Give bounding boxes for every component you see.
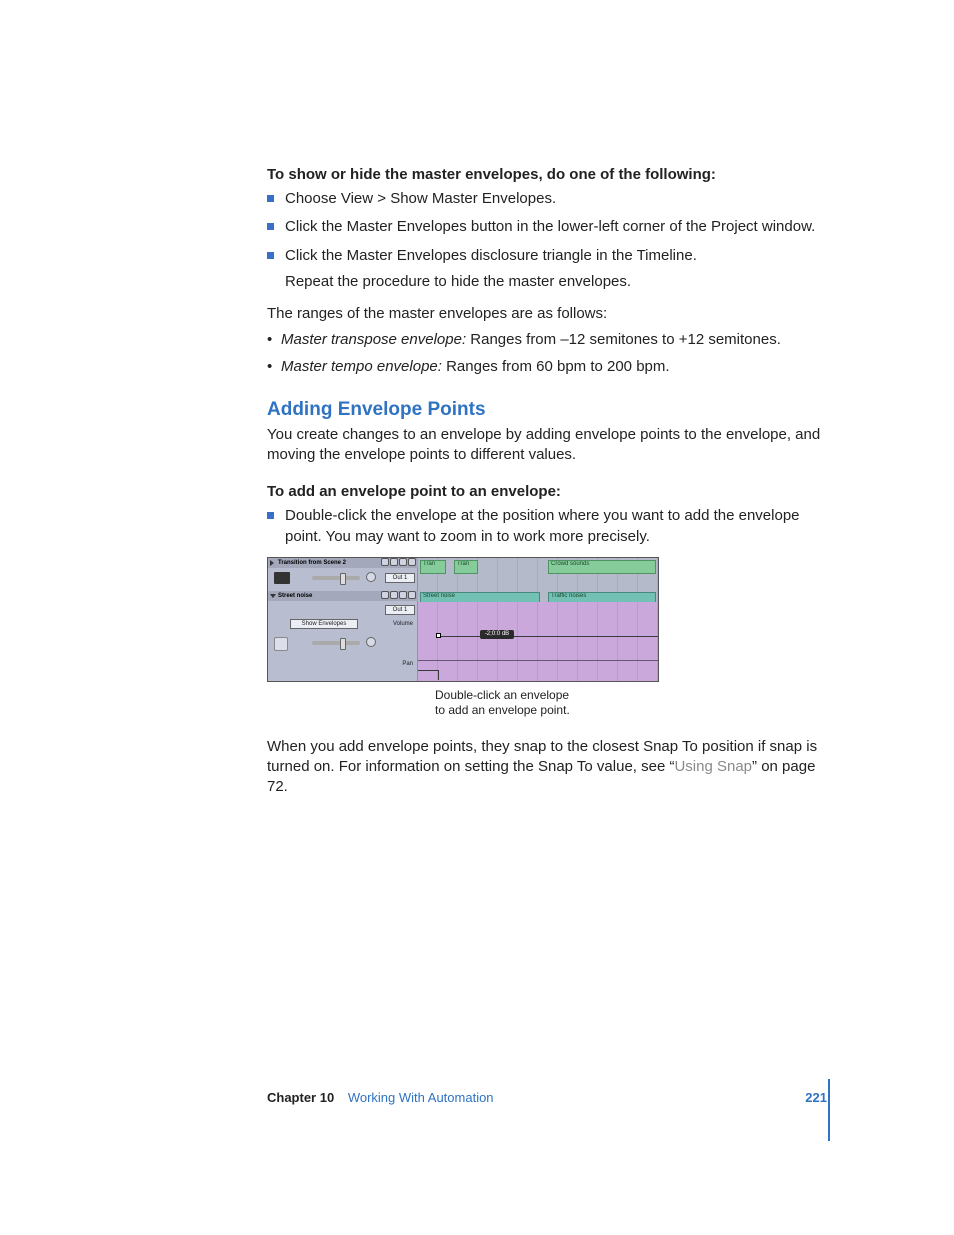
using-snap-link[interactable]: Using Snap [674,758,752,775]
sub-heading: To add an envelope point to an envelope: [267,483,827,500]
section-intro: You create changes to an envelope by add… [267,425,827,466]
footer-rule [828,1079,830,1141]
track-header-1: Transition from Scene 2 Out 1 [268,558,418,591]
pan-knob-2 [366,637,376,647]
screenshot-caption: Double-click an envelope to add an envel… [435,688,615,719]
disclosure-right-icon [270,560,274,566]
envelope-area: -2;0:0 dB [418,602,658,681]
list-item: Click the Master Envelopes button in the… [267,217,827,237]
section-heading: Adding Envelope Points [267,399,827,421]
page-footer: Chapter 10 Working With Automation 221 [267,1090,827,1105]
track2-title-text: Street noise [278,593,312,599]
pan-envelope-line [418,660,658,661]
pan-knob [366,572,376,582]
master-envelope-options: Choose View > Show Master Envelopes. Cli… [267,189,827,292]
caption-line-1: Double-click an envelope [435,688,569,702]
disclosure-down-icon [270,594,276,598]
video-icon [274,572,290,584]
track1-title-text: Transition from Scene 2 [278,560,346,566]
envelope-vertical [438,670,439,680]
list-item-text: Click the Master Envelopes disclosure tr… [285,247,697,264]
track2-title: Street noise [268,591,418,601]
timeline-area: Tran Tran Crowd sounds Street noise Traf… [418,558,658,681]
pan-label: Pan [402,661,413,667]
list-item: Click the Master Envelopes disclosure tr… [267,246,827,293]
list-item: Master transpose envelope: Ranges from –… [267,330,827,350]
ranges-list: Master transpose envelope: Ranges from –… [267,330,827,377]
audio-icon [274,637,288,651]
ranges-intro: The ranges of the master envelopes are a… [267,304,827,324]
list-item: Choose View > Show Master Envelopes. [267,189,827,209]
envelope-screenshot: Transition from Scene 2 Out 1 Street noi… [267,557,659,682]
track-header-2: Street noise Out 1 Show Envelopes Volume… [268,591,418,681]
volume-slider-2 [312,641,360,645]
add-point-steps: Double-click the envelope at the positio… [267,506,827,547]
page-number: 221 [805,1090,827,1105]
range-term: Master transpose envelope: [281,331,466,348]
volume-envelope-line [438,636,658,637]
output-selector-2: Out 1 [385,605,415,615]
range-desc: Ranges from 60 bpm to 200 bpm. [442,358,670,375]
track1-buttons [381,558,416,566]
list-item: Master tempo envelope: Ranges from 60 bp… [267,357,827,377]
repeat-note: Repeat the procedure to hide the master … [285,272,827,292]
track1-title: Transition from Scene 2 [268,558,418,568]
volume-label: Volume [393,621,413,627]
caption-line-2: to add an envelope point. [435,703,570,717]
output-selector: Out 1 [385,573,415,583]
range-desc: Ranges from –12 semitones to +12 semiton… [466,331,781,348]
envelope-segment [418,670,438,671]
show-envelopes-button: Show Envelopes [290,619,358,629]
volume-slider [312,576,360,580]
closing-paragraph: When you add envelope points, they snap … [267,737,827,798]
clip-tran-1: Tran [420,560,446,574]
list-item: Double-click the envelope at the positio… [267,506,827,547]
envelope-point [436,633,441,638]
intro-heading: To show or hide the master envelopes, do… [267,166,827,183]
chapter-title: Working With Automation [348,1090,494,1105]
envelope-value-badge: -2;0:0 dB [480,630,514,639]
track2-buttons [381,591,416,599]
chapter-label: Chapter 10 [267,1090,334,1105]
clip-crowd: Crowd sounds [548,560,656,574]
clip-tran-2: Tran [454,560,478,574]
range-term: Master tempo envelope: [281,358,442,375]
